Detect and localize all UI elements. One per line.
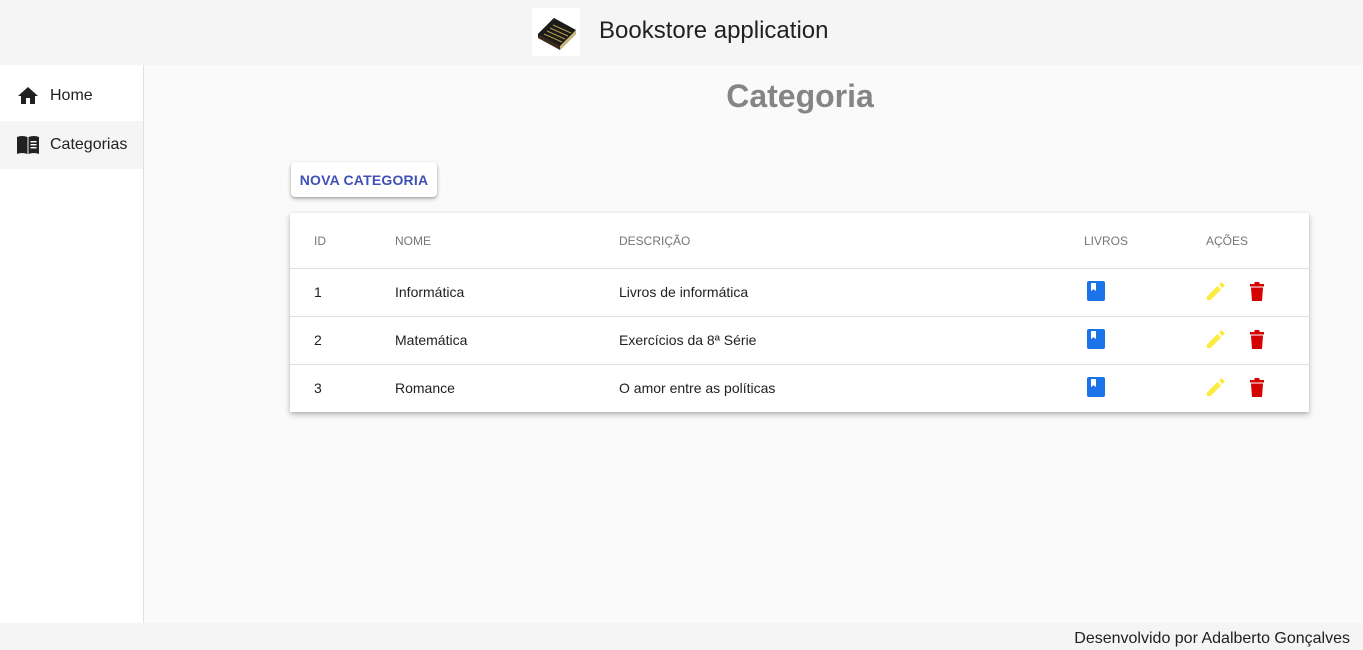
column-header-nome: NOME [395,234,431,248]
top-toolbar: Bookstore application [0,0,1363,65]
edit-icon[interactable] [1204,279,1228,303]
cell-nome: Matemática [395,332,468,348]
cell-descricao: Livros de informática [619,284,749,300]
table-header: ID NOME DESCRIÇÃO LIVROS AÇÕES [290,213,1309,269]
sidebar-item-home[interactable]: Home [0,72,143,120]
menu-book-icon [16,133,40,157]
sidebar-item-label: Categorias [50,136,128,153]
sidebar-item-label: Home [50,87,93,104]
table-row: 2 Matemática Exercícios da 8ª Série [290,317,1309,365]
sidebar: Home Categorias [0,65,144,623]
column-header-id: ID [314,234,326,248]
column-header-descricao: DESCRIÇÃO [619,234,691,248]
cell-id: 2 [314,332,322,348]
book-icon[interactable] [1084,375,1108,399]
cell-descricao: Exercícios da 8ª Série [619,332,757,348]
table-row: 1 Informática Livros de informática [290,269,1309,317]
home-icon [16,84,40,108]
cell-descricao: O amor entre as políticas [619,380,776,396]
table-row: 3 Romance O amor entre as políticas [290,365,1309,413]
footer: Desenvolvido por Adalberto Gonçalves [0,623,1363,650]
cell-nome: Romance [395,380,455,396]
edit-icon[interactable] [1204,327,1228,351]
book-logo-icon [532,8,580,56]
categories-table: ID NOME DESCRIÇÃO LIVROS AÇÕES 1 Informá… [290,213,1309,412]
cell-id: 1 [314,284,322,300]
book-icon[interactable] [1084,327,1108,351]
sidebar-item-categorias[interactable]: Categorias [0,121,143,169]
app-title: Bookstore application [599,17,829,44]
delete-icon[interactable] [1245,327,1269,351]
footer-credit: Desenvolvido por Adalberto Gonçalves [1074,630,1350,647]
cell-id: 3 [314,380,322,396]
nova-categoria-button[interactable]: NOVA CATEGORIA [291,162,437,197]
delete-icon[interactable] [1245,375,1269,399]
column-header-acoes: AÇÕES [1206,234,1249,248]
page-title: Categoria [726,78,874,114]
edit-icon[interactable] [1204,375,1228,399]
delete-icon[interactable] [1245,279,1269,303]
cell-nome: Informática [395,284,465,300]
column-header-livros: LIVROS [1084,234,1129,248]
book-icon[interactable] [1084,279,1108,303]
